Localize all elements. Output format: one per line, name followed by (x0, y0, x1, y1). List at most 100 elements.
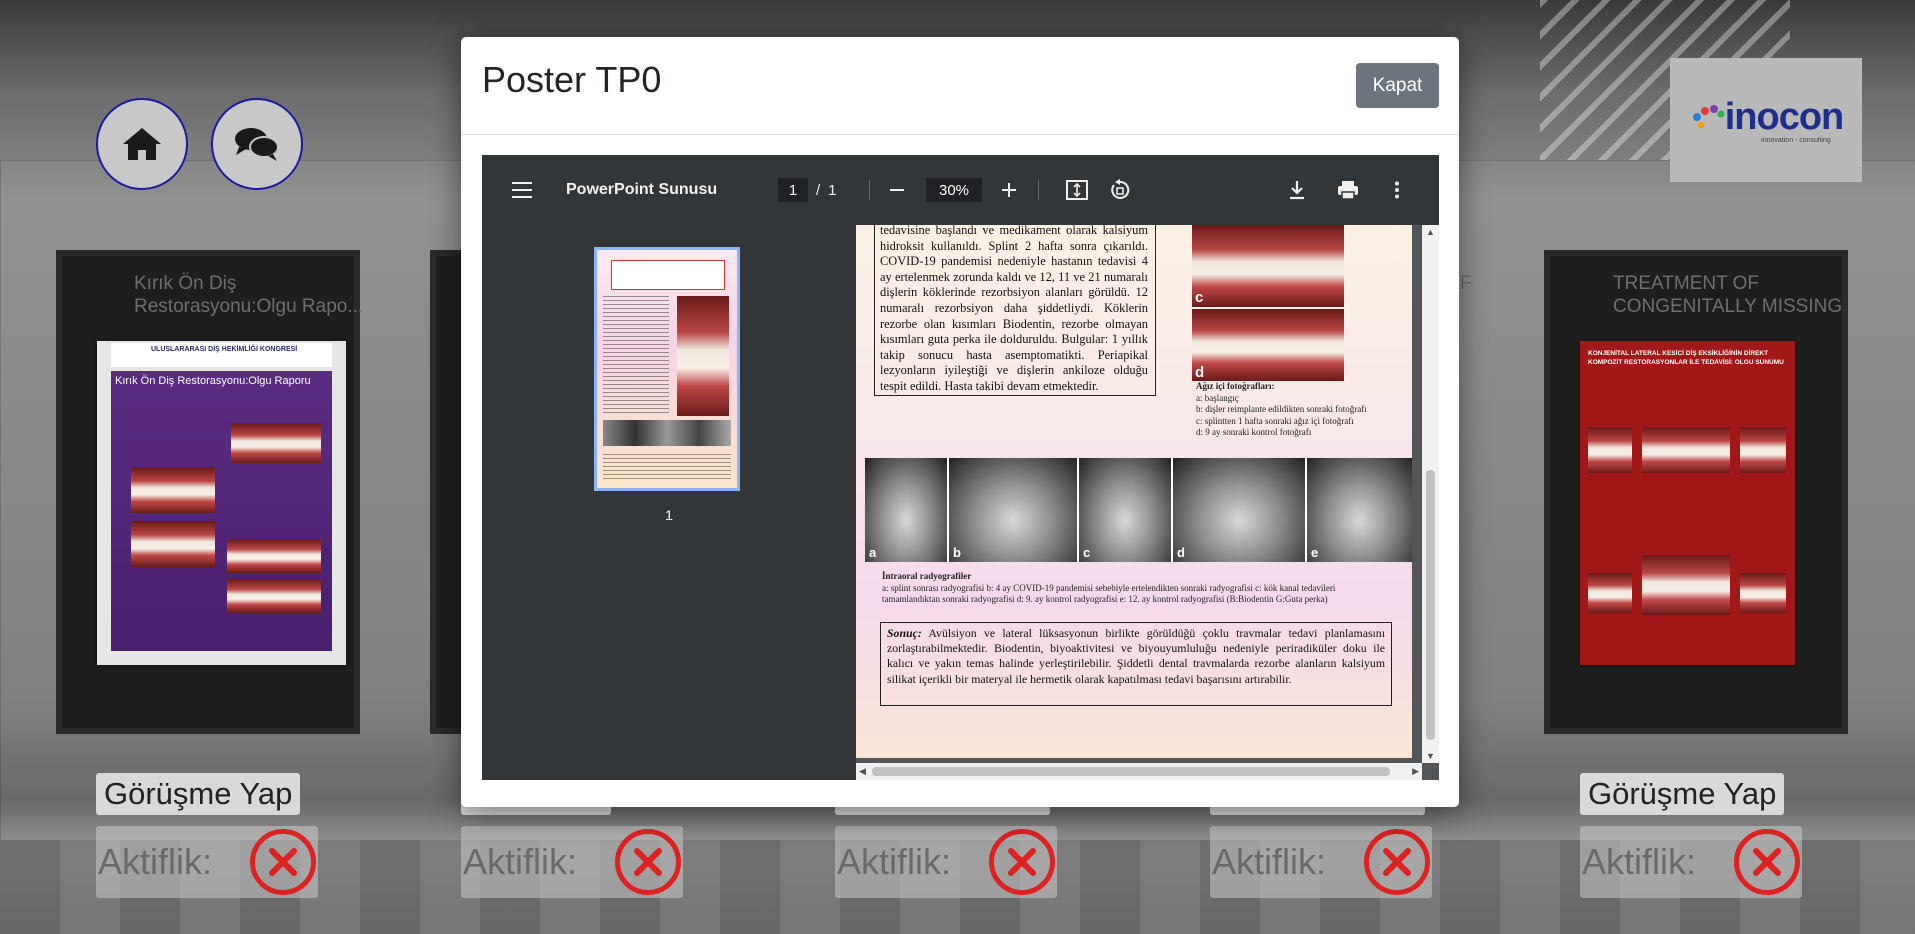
fit-page-icon (1066, 180, 1088, 200)
horizontal-scroll-thumb[interactable] (872, 767, 1390, 776)
activity-status: Aktiflik: (835, 826, 1057, 898)
zoom-in-button[interactable] (1001, 155, 1017, 225)
zoom-out-button[interactable] (889, 155, 905, 225)
home-button[interactable] (96, 98, 188, 190)
conclusion-box: Sonuç: Avülsiyon ve lateral lüksasyonun … (880, 622, 1392, 706)
rotate-icon (1111, 179, 1130, 199)
print-button[interactable] (1337, 155, 1359, 225)
chat-bubbles-icon (235, 128, 279, 161)
inactive-x-icon (1734, 829, 1800, 895)
poster-modal: Poster TP0 Kapat PowerPoint Sunusu 1 / 1… (461, 37, 1459, 807)
photo-caption-line: c: splintten 1 hafta sonraki ağız içi fo… (1196, 415, 1354, 426)
poster-title: F (1460, 273, 1472, 294)
modal-header: Poster TP0 Kapat (461, 37, 1459, 135)
xray-e: e (1307, 458, 1412, 562)
scroll-down-icon[interactable]: ▼ (1426, 751, 1435, 761)
activity-status: Aktiflik: (461, 826, 683, 898)
poster-body-title: Kırık Ön Diş Restorasyonu:Olgu Raporu (115, 375, 311, 387)
logo-text: inocon (1724, 96, 1845, 138)
poster-photo (231, 423, 321, 463)
poster-thumbnail[interactable]: KONJENİTAL LATERAL KESİCİ DİŞ EKSİKLİĞİN… (1580, 341, 1795, 665)
fit-page-button[interactable] (1066, 155, 1088, 225)
poster-photo (1642, 555, 1730, 615)
minus-icon (890, 189, 904, 191)
photo-caption: Ağız içi fotoğrafları: a: başlangıç b: d… (1196, 381, 1396, 439)
poster-photo (1588, 427, 1632, 473)
thumb-title-box (611, 260, 725, 290)
poster-photo (1740, 573, 1786, 613)
activity-label: Aktiflik: (463, 841, 578, 882)
xray-caption-text: a: splint sonrası radyografisi b: 4 ay C… (882, 582, 1336, 605)
xray-label: d (1177, 545, 1185, 560)
pdf-viewer: PowerPoint Sunusu 1 / 1 30% 1 tedavisine… (482, 155, 1439, 780)
horizontal-scrollbar[interactable]: ◀ ▶ (856, 763, 1422, 780)
thumb-text (603, 296, 669, 416)
zoom-level[interactable]: 30% (926, 155, 982, 225)
more-vert-icon (1395, 181, 1399, 199)
poster-title: Kırık Ön Diş Restorasyonu:Olgu Rapo... (134, 272, 364, 318)
vertical-scroll-thumb[interactable] (1426, 470, 1435, 740)
logo-dots-icon (1692, 104, 1725, 128)
photo-caption-line: d: 9 ay sonraki kontrol fotoğrafı (1196, 427, 1312, 437)
poster-title-text: TREATMENT OF CONGENITALLY MISSING L (1613, 273, 1843, 317)
inactive-x-icon (1364, 829, 1430, 895)
conclusion-text: Avülsiyon ve lateral lüksasyonun birlikt… (887, 626, 1385, 686)
more-button[interactable] (1394, 155, 1400, 225)
home-icon (123, 128, 161, 160)
rotate-button[interactable] (1109, 155, 1131, 225)
menu-button[interactable] (512, 155, 532, 225)
poster-body: Kırık Ön Diş Restorasyonu:Olgu Raporu (111, 371, 332, 651)
download-button[interactable] (1288, 155, 1306, 225)
xray-label: b (953, 545, 961, 560)
page-input[interactable]: 1 (778, 178, 808, 202)
vertical-scrollbar[interactable]: ▲ ▼ (1422, 225, 1439, 763)
photo-caption-title: Ağız içi fotoğrafları: (1196, 381, 1275, 391)
talk-button[interactable]: Görüşme Yap (96, 773, 301, 815)
menu-icon (512, 182, 532, 198)
zoom-input[interactable]: 30% (926, 178, 982, 202)
xray-label: e (1311, 545, 1319, 560)
toolbar-divider (869, 155, 870, 225)
xray-c: c (1079, 458, 1173, 562)
inactive-x-icon (615, 829, 681, 895)
case-text: tedavisine başlandı ve medikament olarak… (880, 225, 1148, 393)
close-button[interactable]: Kapat (1356, 63, 1439, 108)
page-thumbnail[interactable] (594, 247, 740, 491)
conclusion-paragraph: Sonuç: Avülsiyon ve lateral lüksasyonun … (887, 626, 1385, 687)
modal-title: Poster TP0 (482, 59, 662, 100)
download-icon (1290, 181, 1304, 200)
scroll-right-icon[interactable]: ▶ (1412, 766, 1419, 777)
scroll-left-icon[interactable]: ◀ (859, 766, 866, 777)
activity-label: Aktiflik: (1582, 841, 1697, 882)
scroll-up-icon[interactable]: ▲ (1426, 227, 1435, 237)
page-indicator: 1 / 1 (778, 155, 837, 225)
activity-label: Aktiflik: (1212, 841, 1327, 882)
xray-label: a (869, 545, 877, 560)
logo-subtitle: innovation - consulting (1761, 137, 1831, 144)
activity-label: Aktiflik: (98, 841, 213, 882)
pdf-toolbar: PowerPoint Sunusu 1 / 1 30% (482, 155, 1439, 225)
pdf-page: tedavisine başlandı ve medikament olarak… (856, 225, 1412, 758)
photo-label: c (1195, 289, 1204, 306)
activity-label: Aktiflik: (837, 841, 952, 882)
page-area: tedavisine başlandı ve medikament olarak… (856, 225, 1439, 780)
toolbar-divider (1038, 155, 1039, 225)
poster-photo (131, 467, 215, 513)
photo-caption-line: a: başlangıç (1196, 392, 1239, 403)
poster-body-title: KONJENİTAL LATERAL KESİCİ DİŞ EKSİKLİĞİN… (1588, 350, 1784, 366)
page-total: 1 (828, 181, 837, 199)
thumbnail-page-number: 1 (665, 507, 673, 523)
poster-thumbnail[interactable]: ULUSLARARASI DİŞ HEKİMLİĞİ KONGRESİ Kırı… (97, 341, 346, 665)
xray-caption: İntraoral radyografiler a: splint sonras… (882, 571, 1382, 606)
xray-d: d (1173, 458, 1307, 562)
activity-status: Aktiflik: (1580, 826, 1802, 898)
thumb-xray (603, 420, 731, 446)
poster-photo (227, 579, 321, 613)
chat-button[interactable] (211, 98, 303, 190)
poster-photo (1588, 573, 1632, 613)
inocon-logo: inocon innovation - consulting (1670, 58, 1862, 182)
poster-photo (1642, 427, 1730, 473)
talk-button[interactable]: Görüşme Yap (1580, 773, 1785, 815)
activity-status: Aktiflik: (1210, 826, 1432, 898)
activity-status: Aktiflik: (96, 826, 318, 898)
